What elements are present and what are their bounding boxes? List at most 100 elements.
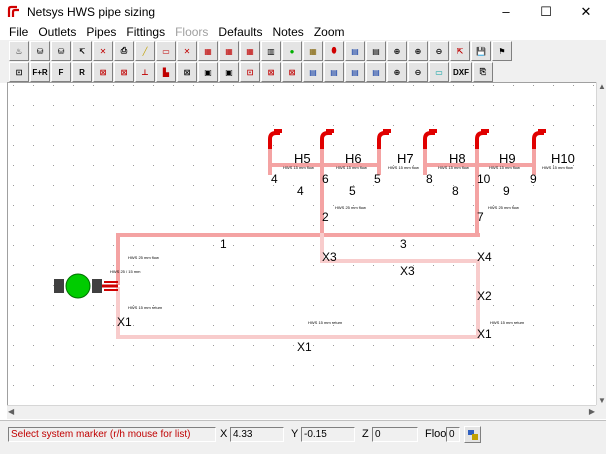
node-label: 8 <box>426 172 433 186</box>
outlet-handle-icon <box>538 129 546 133</box>
tool-box-icon[interactable]: ▣ <box>198 62 218 82</box>
node-label: 1 <box>220 237 227 251</box>
scroll-left-icon[interactable]: ◀ <box>8 407 14 416</box>
tool-select-icon[interactable]: ↸ <box>72 41 92 61</box>
tool-grid-icon[interactable]: ▦ <box>198 41 218 61</box>
tool-elbow-icon[interactable]: ▙ <box>156 62 176 82</box>
node-label: X3 <box>322 250 337 264</box>
window-title: Netsys HWS pipe sizing <box>27 4 156 19</box>
menu-file[interactable]: File <box>4 23 33 41</box>
tool-sheet-icon[interactable]: ▥ <box>261 41 281 61</box>
node-label: X1 <box>117 315 132 329</box>
tool-flow-icon[interactable]: F <box>51 62 71 82</box>
floor-select-icon[interactable] <box>464 426 481 443</box>
z-label: Z <box>362 428 369 440</box>
tool-report-icon[interactable]: ▤ <box>345 41 365 61</box>
node-label: X2 <box>477 289 492 303</box>
tool-grid-2-icon[interactable]: ▦ <box>219 41 239 61</box>
tool-data-icon[interactable]: ▤ <box>303 62 323 82</box>
tool-copy-icon[interactable]: ⎘ <box>473 62 493 82</box>
tool-data-4-icon[interactable]: ▤ <box>366 62 386 82</box>
outlet-handle-icon <box>383 129 391 133</box>
title-bar: Netsys HWS pipe sizing – ☐ ✕ <box>0 0 606 23</box>
vertical-scrollbar[interactable]: ▲ ▼ <box>596 82 606 405</box>
pipe-schematic[interactable]: H5 H6 H7 H8 H9 H10 HWS 15 mm flow HWS 15… <box>8 83 596 405</box>
tool-valve-2-icon[interactable]: ⊠ <box>114 62 134 82</box>
pipe-note: HWS 25 mm flow <box>335 205 366 210</box>
tool-fitting-icon[interactable]: ⊡ <box>9 62 29 82</box>
tool-fit-icon[interactable]: ⇱ <box>450 41 470 61</box>
zoom-window-icon[interactable]: ⊕ <box>408 41 428 61</box>
zoom-out-2-icon[interactable]: ⊖ <box>408 62 428 82</box>
tool-flag-icon[interactable]: ⚑ <box>492 41 512 61</box>
tool-return-icon[interactable]: R <box>72 62 92 82</box>
tool-tee-icon[interactable]: ⊥ <box>135 62 155 82</box>
tool-grid-3-icon[interactable]: ▦ <box>240 41 260 61</box>
tool-flow-return-icon[interactable]: F+R <box>30 62 50 82</box>
pipe-note: HWS 25 mm flow <box>488 205 519 210</box>
node-label: 3 <box>400 237 407 251</box>
close-button[interactable]: ✕ <box>566 0 606 23</box>
netsys-app-icon <box>7 5 19 17</box>
scroll-right-icon[interactable]: ▶ <box>589 407 595 416</box>
tool-print-icon[interactable]: ⎙ <box>114 41 134 61</box>
tool-delete-icon[interactable]: ✕ <box>93 41 113 61</box>
node-label: 7 <box>477 210 484 224</box>
zoom-in-2-icon[interactable]: ⊕ <box>387 62 407 82</box>
outlet-handle-icon <box>274 129 282 133</box>
pipe-note: HWS 25 mm flow <box>128 255 159 260</box>
tool-strainer-icon[interactable]: ⊡ <box>240 62 260 82</box>
node-label: X1 <box>477 327 492 341</box>
menu-fittings[interactable]: Fittings <box>121 23 170 41</box>
tool-calculator-icon[interactable]: ▦ <box>303 41 323 61</box>
maximize-button[interactable]: ☐ <box>526 0 566 23</box>
tool-draw-pipe-icon[interactable]: ╱ <box>135 41 155 61</box>
minimize-button[interactable]: – <box>486 0 526 23</box>
outlet-handle-icon <box>326 129 334 133</box>
node-label: 5 <box>349 184 356 198</box>
tool-pump-icon[interactable]: ● <box>282 41 302 61</box>
tool-data-3-icon[interactable]: ▤ <box>345 62 365 82</box>
zoom-in-icon[interactable]: ⊕ <box>387 41 407 61</box>
toolbar-fittings: ⊡ F+R F R ⊠ ⊠ ⊥ ▙ ⊠ ▣ ▣ ⊡ ⊠ ⊠ ▤ ▤ ▤ ▤ ⊕ … <box>0 61 606 83</box>
zoom-out-icon[interactable]: ⊖ <box>429 41 449 61</box>
drawing-canvas[interactable]: H5 H6 H7 H8 H9 H10 HWS 15 mm flow HWS 15… <box>7 82 596 405</box>
tool-fitting-red-icon[interactable]: ⊠ <box>282 62 302 82</box>
z-coordinate-field: 0 <box>372 427 418 442</box>
node-label: X4 <box>477 250 492 264</box>
menu-notes[interactable]: Notes <box>267 23 308 41</box>
outlet-label-h6: H6 <box>345 151 362 166</box>
tool-screen-icon[interactable]: ▭ <box>429 62 449 82</box>
menu-zoom[interactable]: Zoom <box>309 23 350 41</box>
tool-outlet-icon[interactable]: ⛁ <box>30 41 50 61</box>
menu-floors[interactable]: Floors <box>170 23 213 41</box>
horizontal-scrollbar[interactable]: ◀ ▶ <box>7 405 596 419</box>
menu-outlets[interactable]: Outlets <box>33 23 81 41</box>
tool-data-2-icon[interactable]: ▤ <box>324 62 344 82</box>
tool-valve-icon[interactable]: ⊠ <box>93 62 113 82</box>
tool-delete-fitting-icon[interactable]: ⊠ <box>261 62 281 82</box>
tool-outlet-2-icon[interactable]: ⛁ <box>51 41 71 61</box>
pipe-note: HWS 15 mm flow <box>489 165 520 170</box>
tool-cross-icon[interactable]: ⊠ <box>177 62 197 82</box>
dxf-export-icon[interactable]: DXF <box>450 62 472 82</box>
status-message: Select system marker (r/h mouse for list… <box>8 427 216 442</box>
y-label: Y <box>291 428 299 440</box>
tool-remove-icon[interactable]: ✕ <box>177 41 197 61</box>
tool-hws-icon[interactable]: ♨ <box>9 41 29 61</box>
pipe-note: HWS 15 mm flow <box>542 165 573 170</box>
pipe-note: HWS 15 mm flow <box>388 165 419 170</box>
pipe-note: HWS 15 mm flow <box>336 165 367 170</box>
scroll-up-icon[interactable]: ▲ <box>598 82 606 91</box>
outlet-label-h5: H5 <box>294 151 311 166</box>
node-label: X3 <box>400 264 415 278</box>
tool-rectangle-icon[interactable]: ▭ <box>156 41 176 61</box>
scroll-down-icon[interactable]: ▼ <box>598 396 606 405</box>
menu-defaults[interactable]: Defaults <box>213 23 267 41</box>
tool-cylinder-icon[interactable]: ⬮ <box>324 41 344 61</box>
menu-pipes[interactable]: Pipes <box>81 23 121 41</box>
tool-page-icon[interactable]: ▤ <box>366 41 386 61</box>
tool-box-2-icon[interactable]: ▣ <box>219 62 239 82</box>
save-icon[interactable]: 💾 <box>471 41 491 61</box>
pipe-note: HWS 15 mm return <box>128 305 162 310</box>
